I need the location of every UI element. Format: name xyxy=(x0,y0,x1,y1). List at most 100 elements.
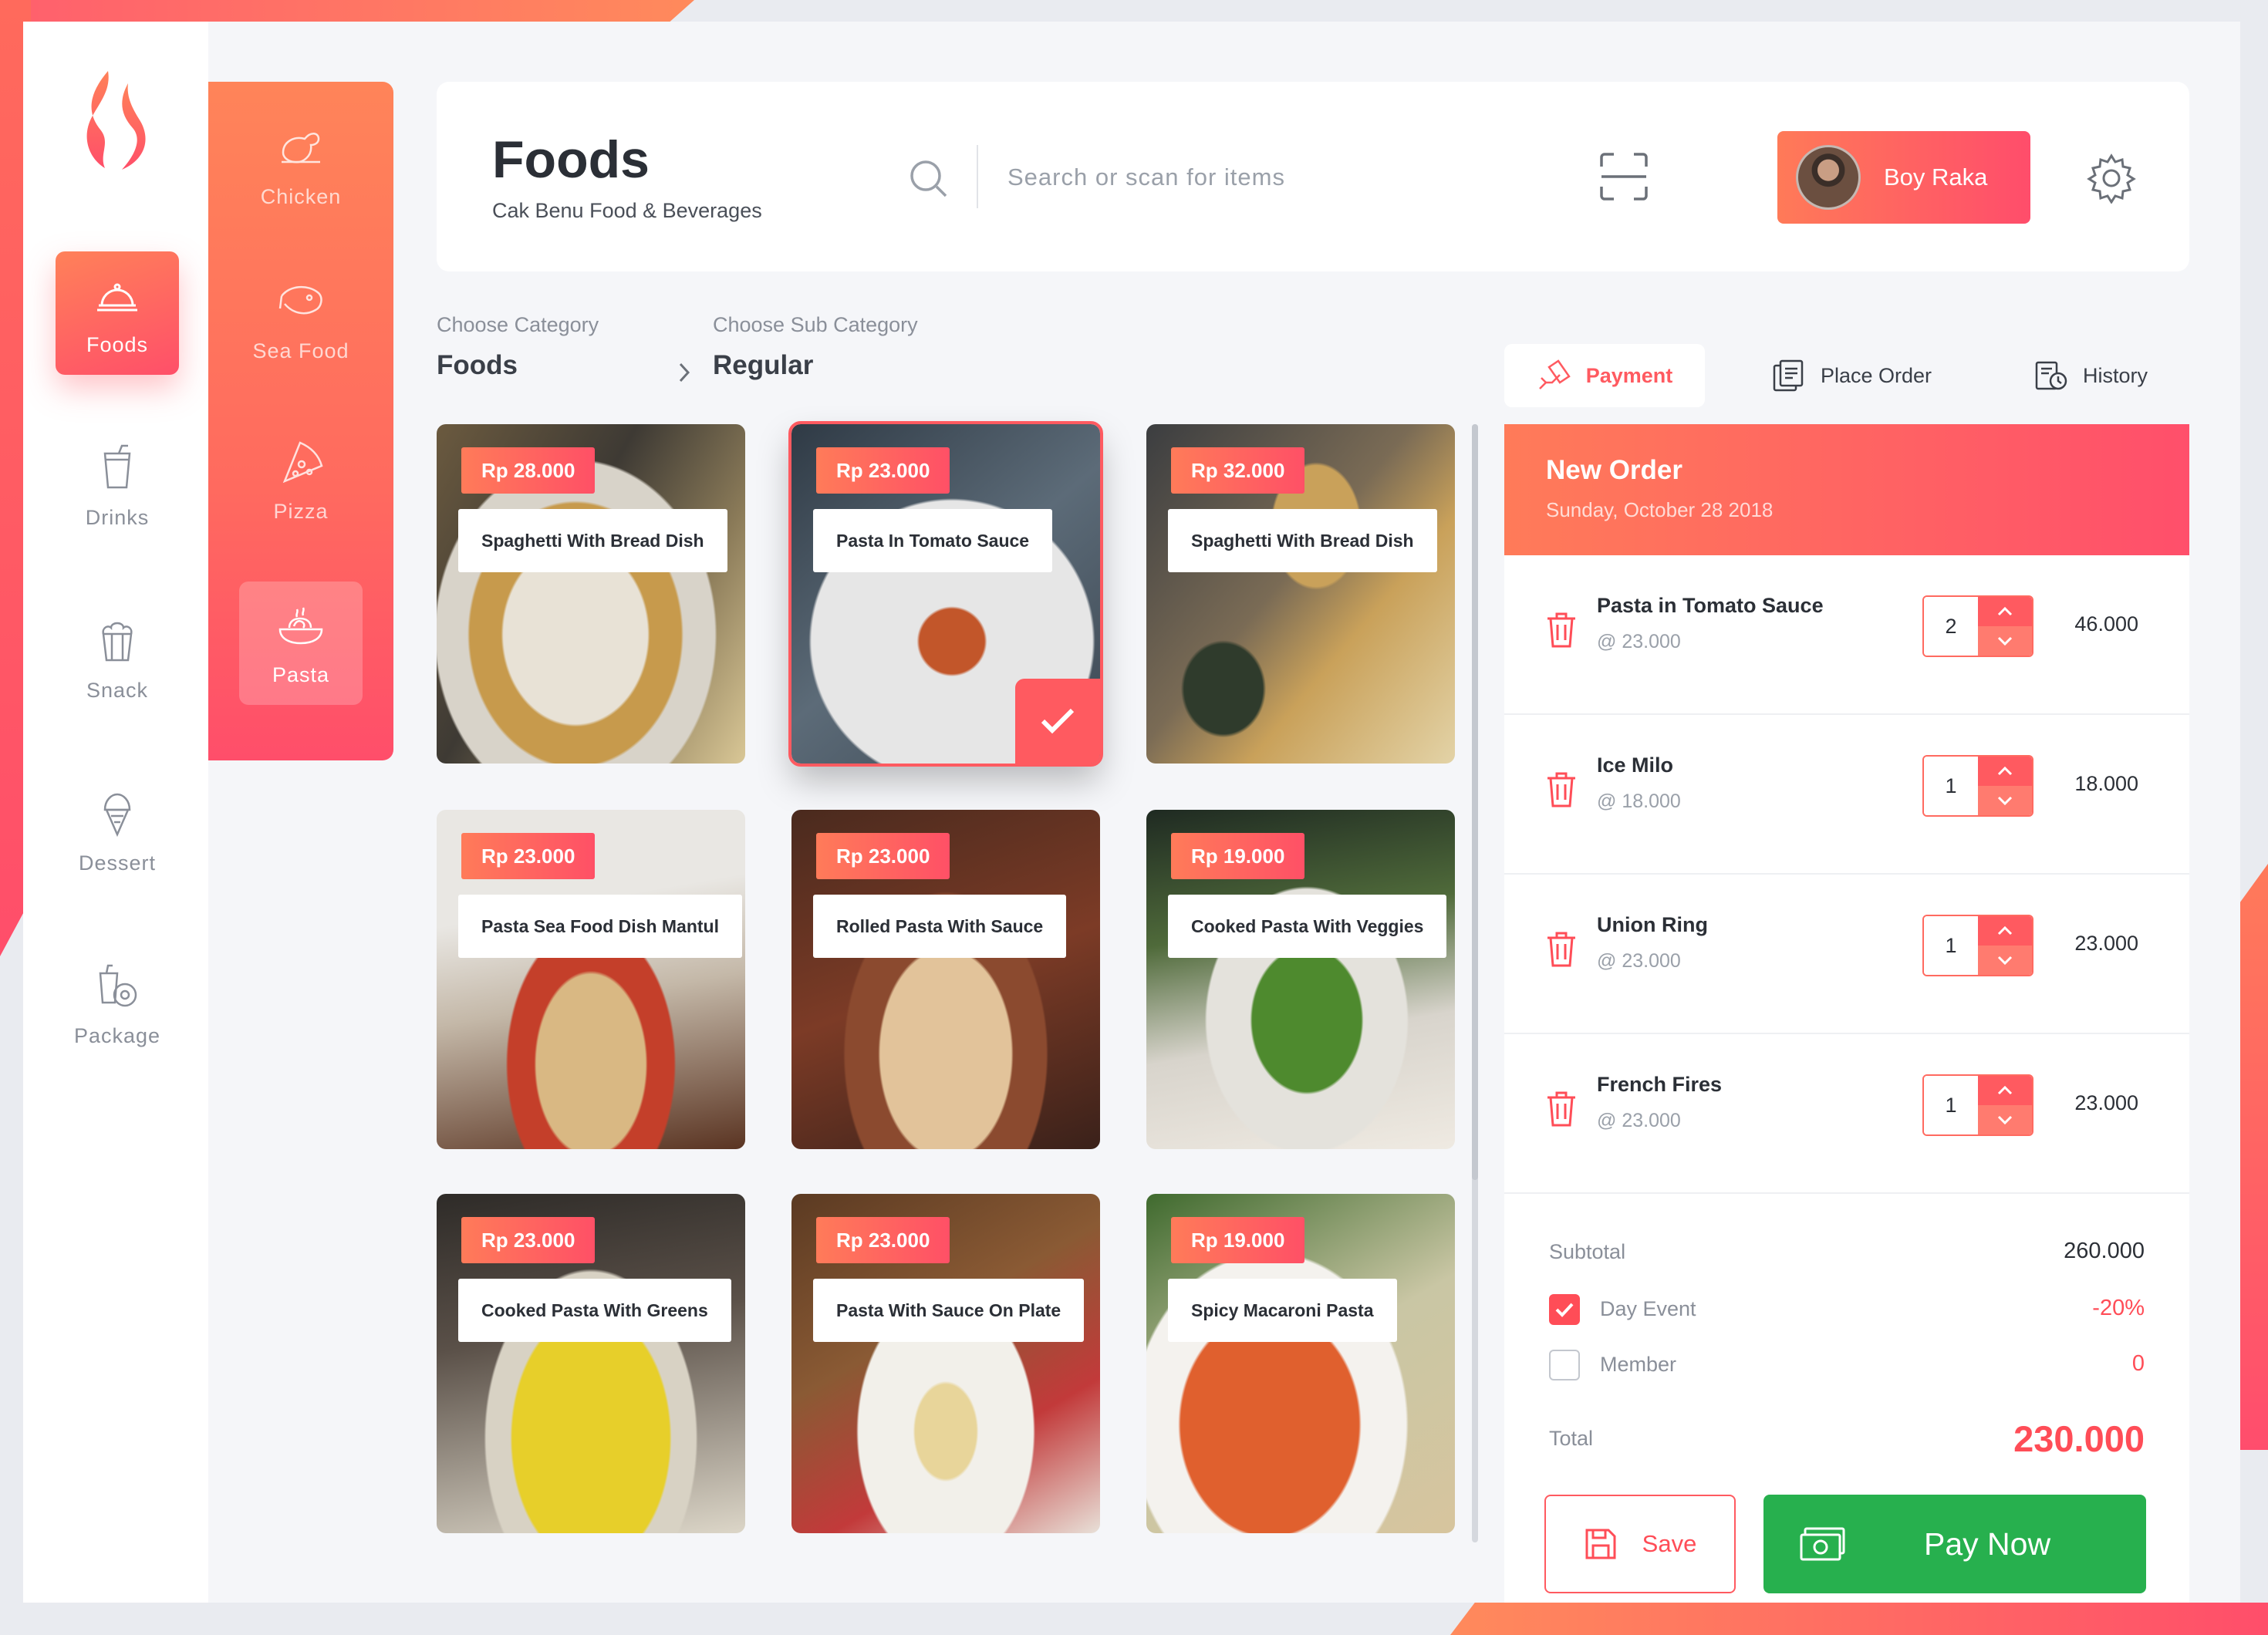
product-name: Pasta With Sauce On Plate xyxy=(813,1279,1085,1342)
quantity-increment-button[interactable] xyxy=(1978,597,2032,626)
ice-cream-icon xyxy=(103,793,131,837)
nav-item-dessert[interactable]: Dessert xyxy=(56,770,179,893)
product-name: Pasta Sea Food Dish Mantul xyxy=(458,895,742,958)
trash-icon[interactable] xyxy=(1544,930,1578,969)
user-profile-button[interactable]: Boy Raka xyxy=(1777,131,2030,224)
tab-payment[interactable]: Payment xyxy=(1504,344,1705,407)
product-card[interactable]: Rp 23.000 Cooked Pasta With Greens xyxy=(437,1194,745,1533)
sub-item-label: Pizza xyxy=(273,499,329,523)
product-card[interactable]: Rp 19.000 Cooked Pasta With Veggies xyxy=(1146,810,1455,1149)
product-name: Cooked Pasta With Veggies xyxy=(1168,895,1447,958)
category-label: Choose Category xyxy=(437,313,599,336)
top-header: Foods Cak Benu Food & Beverages Boy Raka xyxy=(437,82,2189,271)
order-item-name: French Fires xyxy=(1597,1073,1723,1096)
search-icon[interactable] xyxy=(907,157,950,201)
cup-icon xyxy=(103,444,131,488)
product-price: Rp 23.000 xyxy=(461,833,596,879)
nav-item-label: Package xyxy=(73,1023,161,1047)
sub-item-pizza[interactable]: Pizza xyxy=(239,418,363,541)
day-event-label: Day Event xyxy=(1600,1297,1696,1320)
floppy-disk-icon xyxy=(1585,1529,1616,1559)
nav-item-drinks[interactable]: Drinks xyxy=(56,424,179,548)
quantity-stepper[interactable]: 1 xyxy=(1922,755,2033,817)
product-price: Rp 19.000 xyxy=(1171,833,1305,879)
avatar xyxy=(1796,145,1861,210)
quantity-decrement-button[interactable] xyxy=(1978,946,2032,975)
quantity-decrement-button[interactable] xyxy=(1978,1105,2032,1134)
order-item-name: Pasta in Tomato Sauce xyxy=(1597,594,1824,617)
pay-now-button[interactable]: Pay Now xyxy=(1763,1495,2146,1593)
sub-item-chicken[interactable]: Chicken xyxy=(239,103,363,227)
member-checkbox[interactable] xyxy=(1549,1350,1580,1380)
save-button[interactable]: Save xyxy=(1544,1495,1736,1593)
pasta-icon xyxy=(278,606,323,644)
trash-icon[interactable] xyxy=(1544,611,1578,649)
search-divider xyxy=(977,145,978,208)
quantity-decrement-button[interactable] xyxy=(1978,786,2032,815)
product-card[interactable]: Rp 32.000 Spaghetti With Bread Dish xyxy=(1146,424,1455,764)
checkmark-icon xyxy=(1041,708,1075,734)
subtotal-label: Subtotal xyxy=(1549,1240,1626,1263)
quantity-stepper[interactable]: 1 xyxy=(1922,1074,2033,1136)
sub-item-sea-food[interactable]: Sea Food xyxy=(239,258,363,381)
tab-place-order[interactable]: Place Order xyxy=(1759,344,1944,407)
product-card-selected[interactable]: Rp 23.000 Pasta In Tomato Sauce xyxy=(788,421,1103,767)
quantity-value[interactable]: 1 xyxy=(1924,916,1978,975)
quantity-stepper[interactable]: 1 xyxy=(1922,915,2033,976)
product-card[interactable]: Rp 23.000 Pasta With Sauce On Plate xyxy=(791,1194,1100,1533)
chevron-right-icon xyxy=(679,362,690,383)
sub-category-select[interactable]: Regular xyxy=(713,350,813,381)
quantity-increment-button[interactable] xyxy=(1978,757,2032,786)
tab-label: Payment xyxy=(1585,363,1673,387)
main-category-nav: Foods Drinks Snack Dessert Package xyxy=(23,22,208,1603)
gear-icon[interactable] xyxy=(2086,153,2137,204)
quantity-decrement-button[interactable] xyxy=(1978,626,2032,656)
order-date: Sunday, October 28 2018 xyxy=(1546,498,1774,521)
trash-icon[interactable] xyxy=(1544,770,1578,809)
chevron-up-icon xyxy=(1997,766,2013,776)
chevron-down-icon xyxy=(1997,956,2013,966)
product-card[interactable]: Rp 23.000 Pasta Sea Food Dish Mantul xyxy=(437,810,745,1149)
sub-item-pasta[interactable]: Pasta xyxy=(239,582,363,705)
quantity-value[interactable]: 1 xyxy=(1924,1076,1978,1134)
popcorn-icon xyxy=(102,622,133,661)
user-name: Boy Raka xyxy=(1884,164,1988,190)
scan-icon[interactable] xyxy=(1598,151,1649,202)
order-title: New Order xyxy=(1546,455,1682,485)
product-name: Spaghetti With Bread Dish xyxy=(458,509,727,572)
product-price: Rp 23.000 xyxy=(816,833,950,879)
category-select[interactable]: Foods xyxy=(437,350,518,381)
product-price: Rp 32.000 xyxy=(1171,447,1305,494)
nav-item-package[interactable]: Package xyxy=(56,942,179,1066)
order-item-list: Pasta in Tomato Sauce @ 23.000 2 46.000 … xyxy=(1504,555,2189,1194)
quantity-increment-button[interactable] xyxy=(1978,916,2032,946)
product-card[interactable]: Rp 28.000 Spaghetti With Bread Dish xyxy=(437,424,745,764)
order-summary: Subtotal 260.000 Day Event -20% Member 0… xyxy=(1504,1194,2189,1603)
trash-icon[interactable] xyxy=(1544,1090,1578,1128)
product-card[interactable]: Rp 19.000 Spicy Macaroni Pasta xyxy=(1146,1194,1455,1533)
total-label: Total xyxy=(1549,1427,1594,1450)
order-item-unit-price: @ 23.000 xyxy=(1597,1110,1681,1131)
nav-item-snack[interactable]: Snack xyxy=(56,597,179,720)
product-grid-scrollbar[interactable] xyxy=(1472,424,1478,1542)
tab-history[interactable]: History xyxy=(2013,344,2168,407)
order-item-row: French Fires @ 23.000 1 23.000 xyxy=(1504,1034,2189,1194)
total-value: 230.000 xyxy=(2013,1418,2145,1459)
nav-item-foods[interactable]: Foods xyxy=(56,251,179,375)
day-event-checkbox[interactable] xyxy=(1549,1294,1580,1325)
tab-label: History xyxy=(2082,363,2148,387)
product-card[interactable]: Rp 23.000 Rolled Pasta With Sauce xyxy=(791,810,1100,1149)
search-input[interactable] xyxy=(1007,153,1517,202)
save-label: Save xyxy=(1642,1530,1697,1557)
order-item-unit-price: @ 23.000 xyxy=(1597,950,1681,972)
quantity-value[interactable]: 2 xyxy=(1924,597,1978,656)
quantity-value[interactable]: 1 xyxy=(1924,757,1978,815)
tab-label: Place Order xyxy=(1820,363,1932,387)
pos-app-window: Foods Drinks Snack Dessert Package Chick… xyxy=(23,22,2240,1603)
quantity-increment-button[interactable] xyxy=(1978,1076,2032,1105)
product-price: Rp 23.000 xyxy=(816,447,950,494)
product-price: Rp 28.000 xyxy=(461,447,596,494)
cash-icon xyxy=(1800,1527,1845,1561)
quantity-stepper[interactable]: 2 xyxy=(1922,595,2033,657)
scrollbar-thumb[interactable] xyxy=(1472,424,1478,1180)
